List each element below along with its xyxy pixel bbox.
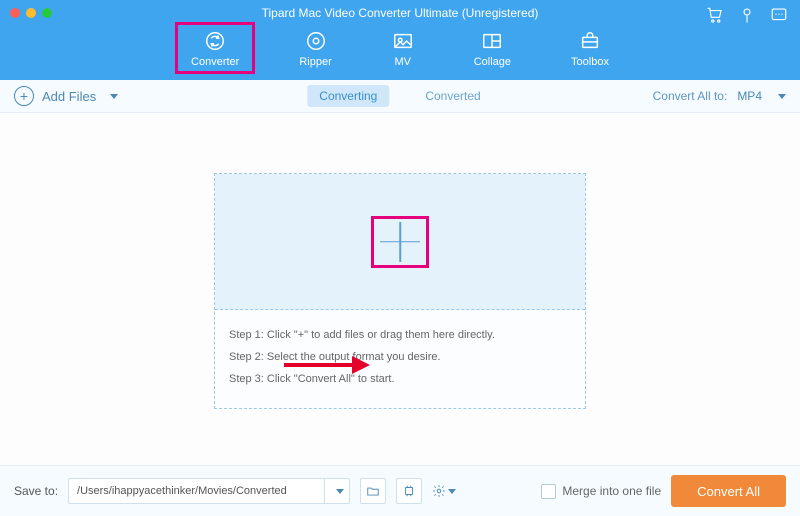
checkbox-icon <box>541 484 556 499</box>
tab-label: Toolbox <box>571 56 609 68</box>
header-actions <box>706 6 788 27</box>
tab-label: Ripper <box>299 56 331 68</box>
tab-mv[interactable]: MV <box>386 26 420 72</box>
chevron-down-icon <box>778 94 786 99</box>
maximize-window-button[interactable] <box>42 8 52 18</box>
tab-label: MV <box>394 56 411 68</box>
merge-label: Merge into one file <box>562 484 661 498</box>
register-icon[interactable] <box>738 6 756 27</box>
tab-label: Collage <box>474 56 511 68</box>
segment-converted[interactable]: Converted <box>413 85 492 107</box>
segment-converting[interactable]: Converting <box>307 85 389 107</box>
add-files-label: Add Files <box>42 89 96 104</box>
cart-icon[interactable] <box>706 6 724 27</box>
tab-toolbox[interactable]: Toolbox <box>565 26 615 72</box>
chevron-down-icon <box>448 489 456 494</box>
main-area: Step 1: Click "+" to add files or drag t… <box>0 113 800 503</box>
chevron-down-icon <box>336 489 344 494</box>
output-format-value: MP4 <box>737 89 762 103</box>
save-path-dropdown[interactable] <box>324 479 349 503</box>
save-to-label: Save to: <box>14 484 58 498</box>
ripper-icon <box>305 30 327 52</box>
feedback-icon[interactable] <box>770 6 788 27</box>
tab-converter[interactable]: Converter <box>185 26 245 72</box>
save-path-field[interactable]: /Users/ihappyacethinker/Movies/Converted <box>68 478 350 504</box>
add-files-plus-icon[interactable] <box>380 222 420 262</box>
drop-zone-top[interactable] <box>215 174 585 310</box>
tab-ripper[interactable]: Ripper <box>293 26 337 72</box>
footer-bar: Save to: /Users/ihappyacethinker/Movies/… <box>0 465 800 516</box>
add-files-button[interactable]: + Add Files <box>14 86 118 106</box>
instruction-steps: Step 1: Click "+" to add files or drag t… <box>215 310 585 408</box>
open-folder-button[interactable] <box>360 478 386 504</box>
gear-icon <box>432 484 446 498</box>
main-tabs: Converter Ripper MV Collage Toolbox <box>0 26 800 72</box>
save-path-value: /Users/ihappyacethinker/Movies/Converted <box>69 485 324 497</box>
convert-all-to-label: Convert All to: <box>653 89 728 103</box>
chevron-down-icon[interactable] <box>110 94 118 99</box>
merge-checkbox[interactable]: Merge into one file <box>541 484 661 499</box>
step-1: Step 1: Click "+" to add files or drag t… <box>229 324 571 346</box>
drop-zone[interactable]: Step 1: Click "+" to add files or drag t… <box>214 173 586 409</box>
window-controls <box>10 8 52 18</box>
chip-icon <box>402 484 416 498</box>
close-window-button[interactable] <box>10 8 20 18</box>
sub-toolbar: + Add Files Converting Converted Convert… <box>0 80 800 113</box>
annotation-highlight <box>175 22 255 74</box>
status-segments: Converting Converted <box>307 85 492 107</box>
app-header: Tipard Mac Video Converter Ultimate (Unr… <box>0 0 800 80</box>
convert-all-button[interactable]: Convert All <box>671 475 786 507</box>
toolbox-icon <box>579 30 601 52</box>
plus-circle-icon: + <box>14 86 34 106</box>
annotation-arrow-icon <box>280 353 370 377</box>
minimize-window-button[interactable] <box>26 8 36 18</box>
hardware-accel-button[interactable] <box>396 478 422 504</box>
mv-icon <box>392 30 414 52</box>
settings-button[interactable] <box>432 479 456 503</box>
convert-all-to[interactable]: Convert All to: MP4 <box>653 89 786 103</box>
app-title: Tipard Mac Video Converter Ultimate (Unr… <box>0 0 800 20</box>
tab-collage[interactable]: Collage <box>468 26 517 72</box>
collage-icon <box>481 30 503 52</box>
folder-icon <box>366 484 380 498</box>
